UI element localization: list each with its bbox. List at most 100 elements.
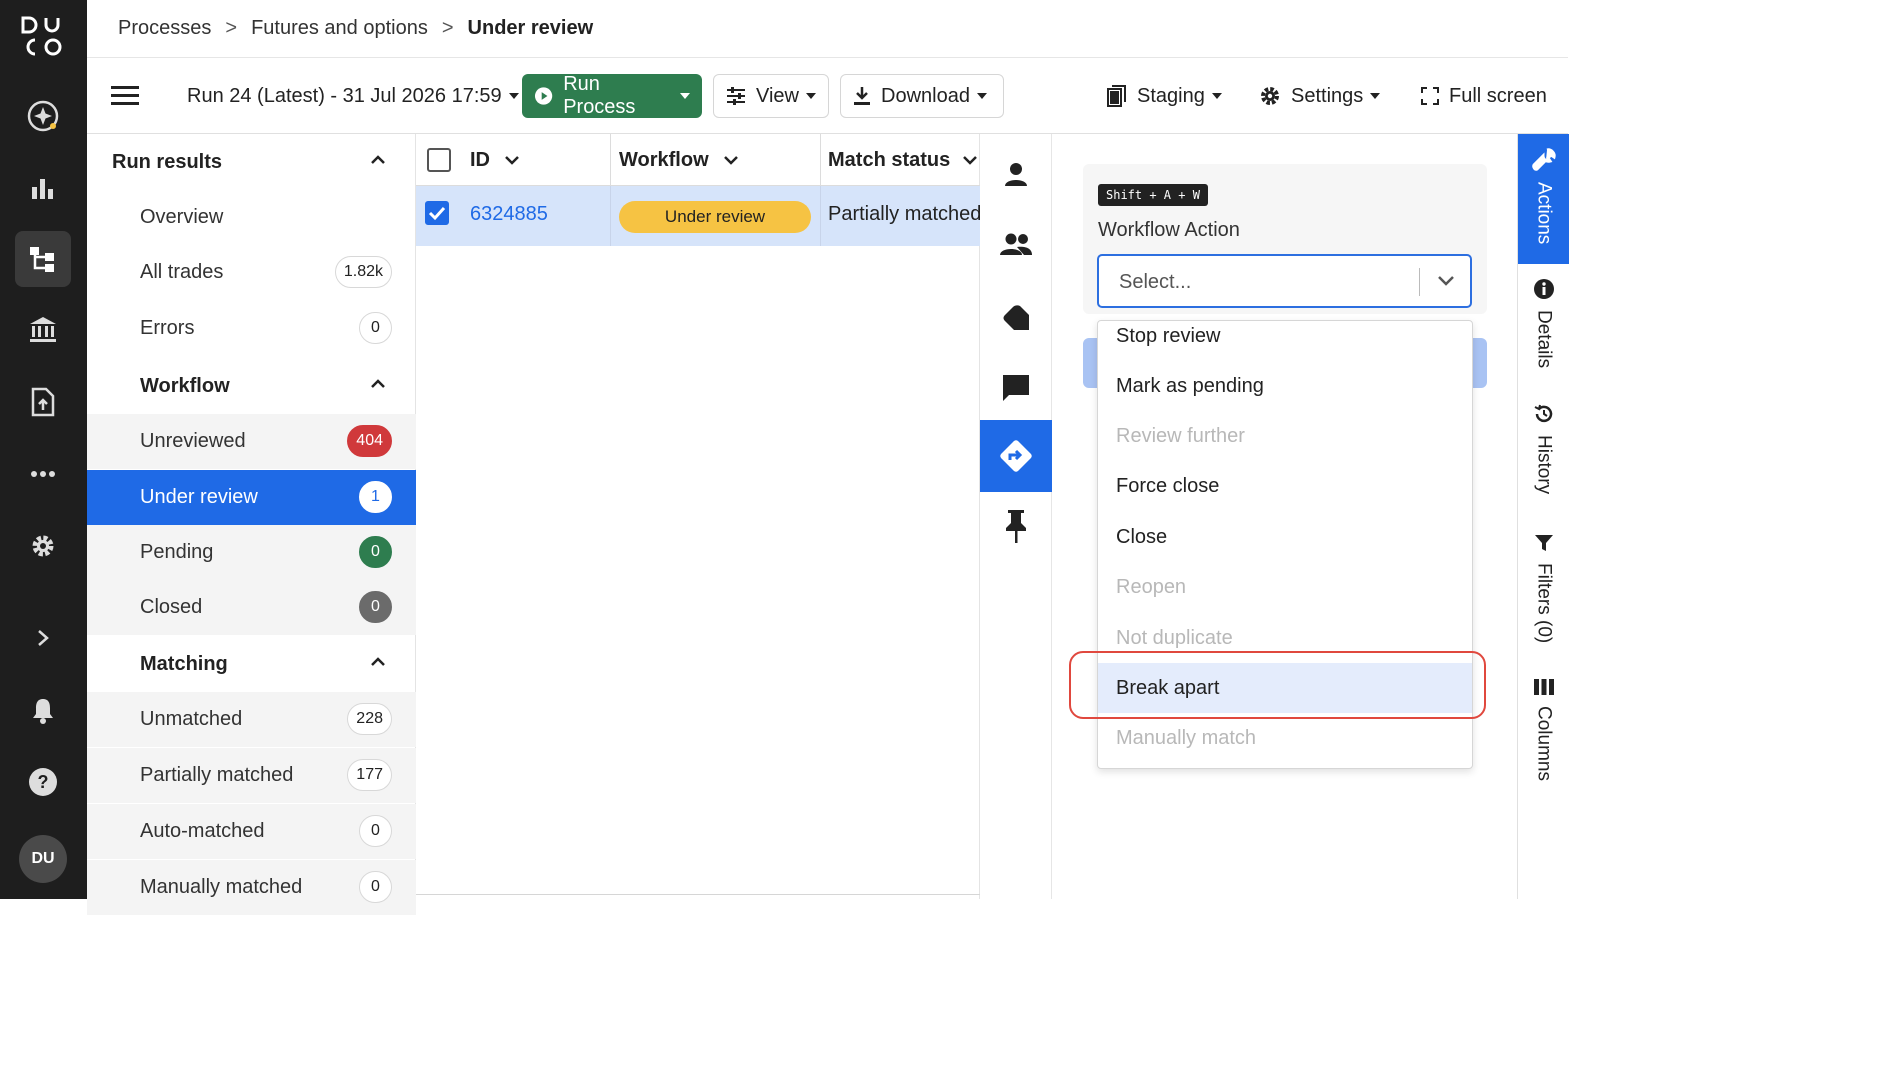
processes-icon[interactable] [15, 231, 71, 287]
option-mark-as-pending[interactable]: Mark as pending [1098, 361, 1472, 411]
tab-label: Columns [1533, 706, 1555, 781]
ai-sparkle-icon[interactable] [15, 88, 71, 144]
download-button[interactable]: Download [840, 74, 1004, 118]
notifications-bell-icon[interactable] [15, 682, 71, 738]
sidebar-item-partially-matched[interactable]: Partially matched 177 [87, 748, 416, 803]
row-checkbox[interactable] [425, 201, 449, 225]
chevron-down-icon [508, 93, 519, 99]
sidebar-item-unmatched[interactable]: Unmatched 228 [87, 692, 416, 747]
hamburger-menu-icon[interactable] [111, 74, 149, 118]
tab-details[interactable]: Details [1518, 264, 1569, 389]
results-grid: ID Workflow Match status 6324885 Under r… [416, 134, 980, 899]
section-workflow[interactable]: Workflow [87, 358, 416, 414]
view-button[interactable]: View [713, 74, 829, 118]
sidebar-item-under-review[interactable]: Under review 1 [87, 470, 416, 525]
sidebar-item-closed[interactable]: Closed 0 [87, 580, 416, 635]
column-label: ID [470, 148, 490, 171]
section-title: Run results [112, 150, 223, 173]
results-sidebar: Run results Overview All trades 1.82k Er… [87, 134, 416, 915]
help-icon[interactable]: ? [15, 754, 71, 810]
sidebar-item-label: Closed [140, 596, 203, 618]
user-avatar[interactable]: DU [19, 835, 67, 883]
fullscreen-label: Full screen [1449, 84, 1547, 107]
chevron-up-icon[interactable] [370, 154, 386, 166]
column-header-workflow[interactable]: Workflow [611, 134, 821, 186]
sidebar-item-errors[interactable]: Errors 0 [87, 301, 416, 356]
person-icon[interactable] [980, 138, 1052, 210]
bank-icon[interactable] [15, 302, 71, 358]
tag-icon[interactable] [980, 282, 1052, 354]
section-title: Workflow [140, 374, 230, 397]
workflow-action-select[interactable]: Select... [1097, 254, 1472, 308]
select-divider [1419, 268, 1420, 296]
sidebar-item-unreviewed[interactable]: Unreviewed 404 [87, 414, 416, 469]
fullscreen-button[interactable]: Full screen [1421, 74, 1547, 118]
sidebar-item-auto-matched[interactable]: Auto-matched 0 [87, 804, 416, 859]
run-selector-label: Run 24 (Latest) - 31 Jul 2026 17:59 [187, 84, 502, 107]
sidebar-item-label: Unmatched [140, 708, 243, 730]
chevron-down-icon[interactable] [1436, 274, 1456, 288]
info-icon [1533, 279, 1554, 299]
settings-gear-icon[interactable] [15, 518, 71, 574]
more-icon[interactable] [15, 446, 71, 502]
sidebar-item-all-trades[interactable]: All trades 1.82k [87, 245, 416, 300]
count-badge: 404 [347, 425, 392, 457]
svg-text:?: ? [38, 772, 49, 792]
breadcrumb-futures-and-options[interactable]: Futures and options [251, 17, 428, 40]
keyboard-shortcut-hint: Shift + A + W [1098, 184, 1208, 206]
chevron-up-icon[interactable] [370, 656, 386, 668]
upload-file-icon[interactable] [15, 374, 71, 430]
run-selector[interactable]: Run 24 (Latest) - 31 Jul 2026 17:59 [187, 74, 519, 118]
pin-icon[interactable] [980, 490, 1052, 562]
breadcrumb-processes[interactable]: Processes [118, 17, 211, 40]
grid-footer-divider [416, 894, 980, 895]
tab-filters[interactable]: Filters (0) [1518, 519, 1569, 664]
sidebar-item-pending[interactable]: Pending 0 [87, 525, 416, 580]
detail-icon-column [980, 134, 1052, 899]
fullscreen-icon [1421, 87, 1439, 105]
section-matching[interactable]: Matching [87, 636, 416, 692]
option-force-close[interactable]: Force close [1098, 461, 1472, 511]
run-process-button[interactable]: Run Process [522, 73, 702, 118]
analytics-icon[interactable] [15, 160, 71, 216]
tab-label: Details [1533, 310, 1555, 369]
column-label: Match status [828, 148, 951, 171]
table-row[interactable]: 6324885 Under review Partially matched [416, 186, 980, 246]
column-header-match-status[interactable]: Match status [821, 134, 980, 186]
comment-icon[interactable] [980, 352, 1052, 424]
settings-label: Settings [1291, 84, 1364, 107]
option-stop-review[interactable]: Stop review [1098, 321, 1472, 361]
expand-chevron-icon[interactable] [15, 610, 71, 666]
sidebar-item-label: Unreviewed [140, 430, 246, 452]
gear-icon [1261, 87, 1279, 105]
count-badge: 177 [347, 759, 392, 791]
check-icon [428, 206, 446, 221]
select-all-checkbox[interactable] [427, 148, 451, 172]
staging-button[interactable]: Staging [1107, 74, 1222, 118]
sidebar-item-manually-matched[interactable]: Manually matched 0 [87, 860, 416, 915]
count-badge: 0 [359, 591, 392, 623]
tab-columns[interactable]: Columns [1518, 664, 1569, 804]
trade-id-link[interactable]: 6324885 [470, 203, 548, 226]
chevron-down-icon [505, 156, 519, 165]
grid-header: ID Workflow Match status [416, 134, 980, 186]
sidebar-item-label: Pending [140, 541, 214, 563]
tab-actions[interactable]: Actions [1518, 134, 1569, 264]
sidebar-item-overview[interactable]: Overview [87, 190, 416, 245]
workflow-route-icon[interactable] [980, 420, 1052, 492]
workflow-status-pill: Under review [619, 201, 811, 233]
tab-label: History [1533, 435, 1555, 495]
settings-button[interactable]: Settings [1259, 74, 1381, 118]
column-header-id[interactable]: ID [461, 134, 611, 186]
tab-history[interactable]: History [1518, 389, 1569, 519]
group-icon[interactable] [980, 208, 1052, 280]
option-close[interactable]: Close [1098, 512, 1472, 562]
app-rail: ? DU [0, 0, 87, 899]
wrench-icon [1531, 148, 1556, 171]
count-badge: 0 [359, 871, 392, 903]
download-label: Download [881, 84, 970, 107]
chevron-up-icon[interactable] [370, 378, 386, 390]
count-badge: 228 [347, 703, 392, 735]
section-run-results[interactable]: Run results [87, 134, 416, 190]
cell-divider [820, 186, 821, 246]
